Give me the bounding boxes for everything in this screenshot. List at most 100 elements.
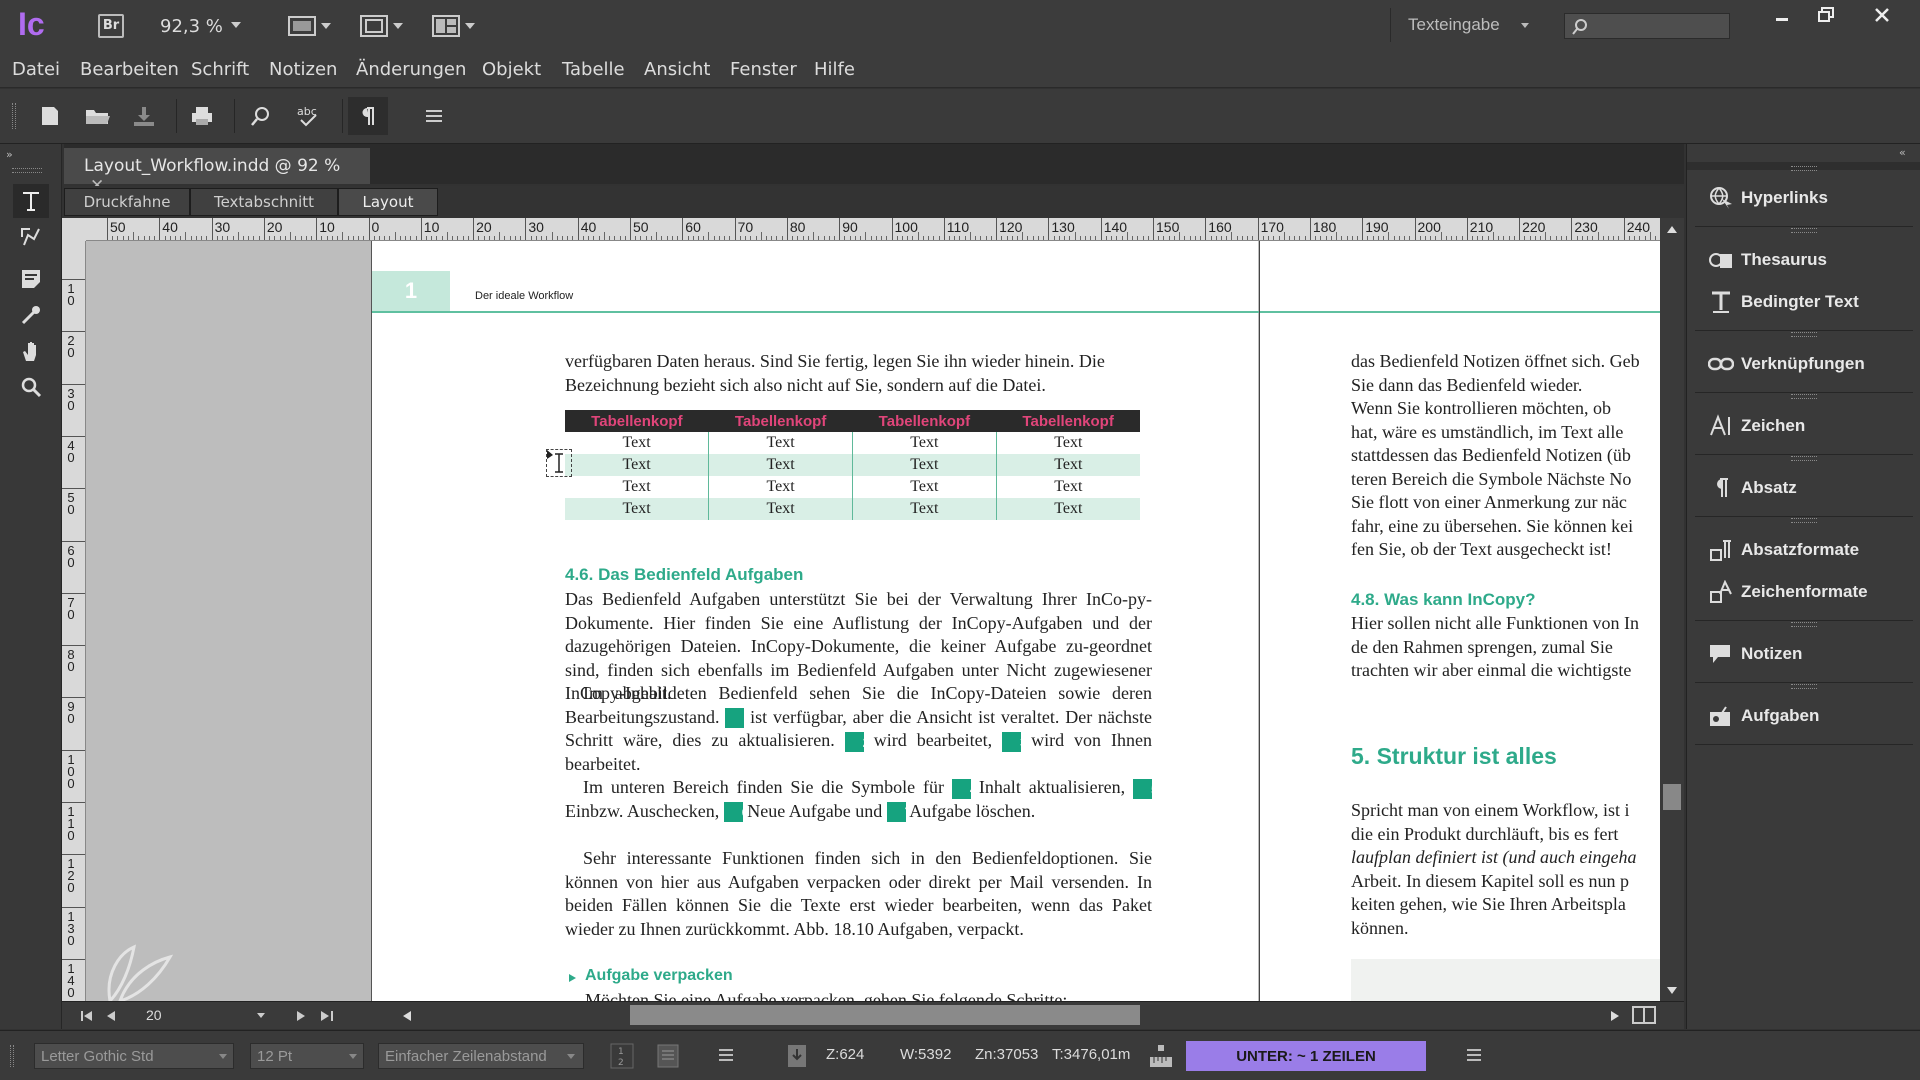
open-folder-icon[interactable] — [78, 97, 118, 135]
vertical-scrollbar[interactable] — [1660, 218, 1684, 1001]
panel-absatzformate[interactable]: Absatzformate — [1687, 528, 1920, 572]
statusbar-menu-icon[interactable] — [1466, 1049, 1482, 1061]
chevron-down-icon[interactable] — [218, 1053, 228, 1061]
type-tool-icon[interactable] — [13, 184, 49, 218]
menu-objekt[interactable]: Objekt — [482, 59, 541, 80]
statusbar-menu-icon[interactable] — [718, 1049, 734, 1061]
menu-fenster[interactable]: Fenster — [730, 59, 797, 80]
restore-button[interactable] — [1806, 0, 1846, 30]
table-cell[interactable]: Text — [852, 432, 997, 454]
vertical-scroll-thumb[interactable] — [1663, 784, 1681, 810]
table-cell[interactable]: Text — [852, 454, 997, 476]
document-tab[interactable]: Layout_Workflow.indd @ 92 % ✕ — [64, 148, 370, 196]
show-hidden-characters-icon[interactable] — [348, 97, 388, 135]
table-header-cell[interactable]: Tabellenkopf — [852, 410, 997, 432]
table-cell[interactable]: Text — [708, 454, 853, 476]
chevron-down-icon[interactable] — [230, 20, 242, 30]
panel-verknuepfungen[interactable]: Verknüpfungen — [1687, 342, 1920, 386]
horizontal-scroll-thumb[interactable] — [630, 1005, 1140, 1025]
table-cell[interactable]: Text — [995, 498, 1140, 520]
chevron-down-icon[interactable] — [348, 1053, 358, 1061]
table-header-cell[interactable]: Tabellenkopf — [708, 410, 853, 432]
scroll-up-icon[interactable] — [1666, 224, 1678, 234]
ruler-origin[interactable] — [62, 218, 86, 241]
section-heading[interactable]: 4.8. Was kann InCopy? — [1351, 590, 1536, 610]
table-cell[interactable]: Text — [565, 454, 709, 476]
intro-text[interactable]: verfügbaren Daten heraus. Sind Sie ferti… — [565, 350, 1150, 397]
table-header-cell[interactable]: Tabellenkopf — [996, 410, 1140, 432]
zoom-tool-icon[interactable] — [13, 370, 49, 404]
arrange-documents-icon[interactable] — [432, 14, 478, 38]
spellcheck-icon[interactable]: abc — [288, 97, 328, 135]
chevron-down-icon[interactable] — [256, 1012, 266, 1020]
note-tool-icon[interactable] — [13, 262, 49, 296]
screen-mode-icon[interactable] — [360, 14, 406, 38]
panel-zeichenformate[interactable]: Zeichenformate — [1687, 570, 1920, 614]
menu-notizen[interactable]: Notizen — [269, 59, 337, 80]
table-cell[interactable]: Text — [708, 432, 853, 454]
body-paragraph[interactable]: Sehr interessante Funktionen finden sich… — [565, 847, 1152, 941]
font-family-field[interactable]: Letter Gothic Std — [34, 1043, 234, 1069]
table-cell[interactable]: Text — [708, 498, 853, 520]
chevron-down-icon[interactable] — [1520, 22, 1530, 30]
scroll-left-icon[interactable] — [402, 1010, 412, 1022]
text-table[interactable]: Tabellenkopf Tabellenkopf Tabellenkopf T… — [565, 410, 1140, 520]
scroll-down-icon[interactable] — [1666, 986, 1678, 996]
minimize-button[interactable] — [1762, 0, 1802, 30]
menu-datei[interactable]: Datei — [12, 59, 60, 80]
subheading[interactable]: Aufgabe verpacken — [585, 967, 733, 985]
table-cell[interactable]: Text — [852, 476, 997, 498]
next-page-icon[interactable] — [296, 1010, 306, 1022]
tab-layout[interactable]: Layout — [338, 188, 438, 216]
menu-ansicht[interactable]: Ansicht — [644, 59, 710, 80]
panel-hyperlinks[interactable]: Hyperlinks — [1687, 176, 1920, 220]
print-icon[interactable] — [182, 97, 222, 135]
table-cell[interactable]: Text — [565, 476, 709, 498]
zoom-value[interactable]: 92,3 % — [160, 16, 223, 37]
panel-bedingter-text[interactable]: Bedingter Text — [1687, 280, 1920, 324]
table-cell[interactable]: Text — [995, 432, 1140, 454]
table-cell[interactable]: Text — [995, 454, 1140, 476]
collapse-panel-icon[interactable]: « — [1899, 146, 1906, 159]
section-heading[interactable]: 4.6. Das Bedienfeld Aufgaben — [565, 565, 803, 585]
bridge-button[interactable]: Br — [98, 14, 124, 38]
find-icon[interactable] — [240, 97, 280, 135]
previous-page-icon[interactable] — [106, 1010, 116, 1022]
menu-schrift[interactable]: Schrift — [191, 59, 249, 80]
close-button[interactable] — [1860, 0, 1904, 30]
story-info-icon[interactable] — [786, 1043, 808, 1069]
search-input[interactable] — [1564, 13, 1730, 39]
panel-thesaurus[interactable]: Thesaurus — [1687, 238, 1920, 282]
table-cell[interactable]: Text — [995, 476, 1140, 498]
eyedropper-icon[interactable] — [13, 298, 49, 332]
panel-notizen[interactable]: Notizen — [1687, 632, 1920, 676]
chapter-heading[interactable]: 5. Struktur ist alles — [1351, 743, 1557, 770]
menu-tabelle[interactable]: Tabelle — [562, 59, 625, 80]
workspace-switcher[interactable]: Texteingabe — [1408, 15, 1500, 35]
hand-tool-icon[interactable] — [13, 334, 49, 368]
ruler-depth-icon[interactable] — [1148, 1043, 1174, 1069]
body-paragraph[interactable]: Im abgebildeten Bedienfeld sehen Sie die… — [565, 682, 1152, 776]
text-column[interactable]: Spricht man von einem Workflow, ist i di… — [1351, 799, 1660, 940]
body-paragraph[interactable]: Im unteren Bereich finden Sie die Symbol… — [565, 776, 1159, 823]
panel-zeichen[interactable]: Zeichen — [1687, 404, 1920, 448]
table-header-cell[interactable]: Tabellenkopf — [565, 410, 709, 432]
panel-aufgaben[interactable]: Aufgaben — [1687, 694, 1920, 738]
tab-druckfahne[interactable]: Druckfahne — [64, 188, 190, 216]
scroll-right-icon[interactable] — [1610, 1010, 1620, 1022]
expand-panel-icon[interactable]: » — [6, 148, 13, 161]
line-spacing-field[interactable]: Einfacher Zeilenabstand — [378, 1043, 584, 1069]
panel-menu-icon[interactable] — [414, 97, 454, 135]
text-column[interactable]: Hier sollen nicht alle Funktionen von In… — [1351, 612, 1660, 683]
line-numbers-icon[interactable]: 12 — [610, 1043, 634, 1069]
table-cell[interactable]: Text — [852, 498, 997, 520]
position-tool-icon[interactable] — [13, 220, 49, 254]
menu-bearbeiten[interactable]: Bearbeiten — [80, 59, 179, 80]
first-page-icon[interactable] — [80, 1010, 94, 1022]
font-size-field[interactable]: 12 Pt — [250, 1043, 364, 1069]
table-cell[interactable]: Text — [565, 432, 709, 454]
panel-absatz[interactable]: Absatz — [1687, 466, 1920, 510]
new-document-icon[interactable] — [30, 97, 70, 135]
last-page-icon[interactable] — [320, 1010, 334, 1022]
page-layout-icon[interactable] — [656, 1043, 680, 1069]
